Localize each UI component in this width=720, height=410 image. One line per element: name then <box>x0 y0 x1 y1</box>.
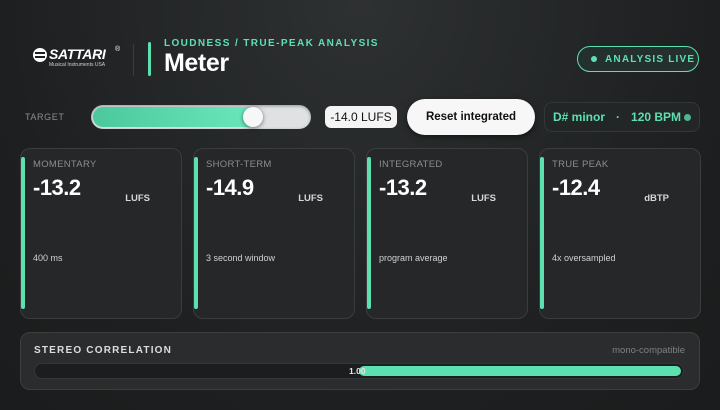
brand-registered-mark: ® <box>115 46 121 53</box>
brand-name: SATTARI <box>49 46 106 62</box>
live-dot-icon <box>591 56 597 62</box>
stereo-compatibility-hint: mono-compatible <box>612 345 685 356</box>
meter-note: 3 second window <box>206 253 276 263</box>
meter-unit: dBTP <box>644 193 669 204</box>
brand-tagline: Musical Instruments USA <box>49 62 106 68</box>
meter-card-short-term: SHORT-TERM -14.9 LUFS 3 second window <box>193 148 355 319</box>
header-divider <box>133 44 134 76</box>
meter-value: -12.4 <box>552 175 600 200</box>
target-value-readout: -14.0 LUFS <box>325 106 397 128</box>
page-subtitle: LOUDNESS / TRUE-PEAK ANALYSIS <box>164 38 379 49</box>
meter-accent-bar <box>21 157 25 309</box>
meter-note: 400 ms <box>33 253 63 263</box>
meter-label: INTEGRATED <box>379 159 443 170</box>
meter-note: 4x oversampled <box>552 253 616 263</box>
key-tempo-display: D# minor · 120 BPM <box>544 102 700 132</box>
brand-logo-icon <box>33 48 47 62</box>
meter-value: -14.9 <box>206 175 254 200</box>
sync-dot-icon <box>684 114 691 121</box>
meter-value: -13.2 <box>33 175 81 200</box>
brand-logo: SATTARI ® Musical Instruments USA <box>33 46 123 70</box>
title-accent-bar <box>148 42 151 76</box>
meter-note: program average <box>379 253 448 263</box>
analysis-live-badge[interactable]: ANALYSIS LIVE <box>577 46 699 72</box>
meter-accent-bar <box>194 157 198 309</box>
meter-label: MOMENTARY <box>33 159 97 170</box>
meter-card-integrated: INTEGRATED -13.2 LUFS program average <box>366 148 528 319</box>
target-slider-fill <box>93 107 261 127</box>
correlation-meter-fill <box>359 366 681 376</box>
tempo-value: 120 BPM <box>631 110 682 124</box>
target-label: TARGET <box>25 112 65 122</box>
analysis-live-label: ANALYSIS LIVE <box>605 53 696 65</box>
meter-label: TRUE PEAK <box>552 159 609 170</box>
target-slider[interactable] <box>91 105 311 129</box>
meter-accent-bar <box>540 157 544 309</box>
meter-accent-bar <box>367 157 371 309</box>
meter-card-momentary: MOMENTARY -13.2 LUFS 400 ms <box>20 148 182 319</box>
key-value: D# minor <box>553 110 606 124</box>
page-title: Meter <box>164 49 229 77</box>
meter-unit: LUFS <box>471 193 496 204</box>
stereo-correlation-panel: STEREO CORRELATION mono-compatible 1.00 <box>20 332 700 390</box>
meter-value: -13.2 <box>379 175 427 200</box>
target-slider-thumb[interactable] <box>242 107 263 127</box>
meter-unit: LUFS <box>125 193 150 204</box>
reset-integrated-button[interactable]: Reset integrated <box>407 99 535 135</box>
meter-label: SHORT-TERM <box>206 159 272 170</box>
key-tempo-separator: · <box>616 110 621 124</box>
correlation-meter: 1.00 <box>34 363 684 379</box>
meter-card-true-peak: TRUE PEAK -12.4 dBTP 4x oversampled <box>539 148 701 319</box>
correlation-value: 1.00 <box>349 366 366 376</box>
stereo-correlation-label: STEREO CORRELATION <box>34 345 173 356</box>
meter-unit: LUFS <box>298 193 323 204</box>
